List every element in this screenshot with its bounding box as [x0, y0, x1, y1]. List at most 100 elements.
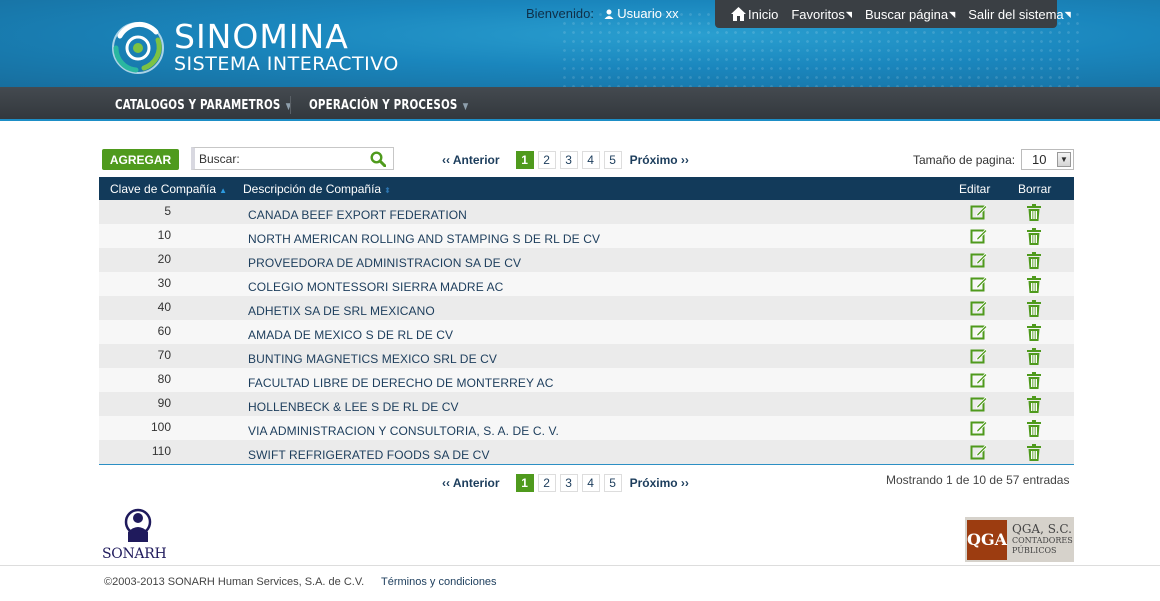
add-button[interactable]: AGREGAR: [102, 149, 179, 170]
qga-line1: CONTADORES: [1012, 536, 1073, 545]
row-code: 60: [157, 324, 171, 338]
sonarh-logo: SONARH: [102, 508, 174, 561]
trash-icon[interactable]: [1026, 348, 1042, 368]
row-description[interactable]: FACULTAD LIBRE DE DERECHO DE MONTERREY A…: [248, 376, 554, 390]
trash-icon[interactable]: [1026, 300, 1042, 320]
main-menu: CATALOGOS Y PARAMETROS ▼ OPERACIÓN Y PROC…: [0, 87, 1160, 121]
search-input[interactable]: [195, 148, 355, 169]
trash-icon[interactable]: [1026, 228, 1042, 248]
edit-icon[interactable]: [970, 443, 988, 464]
table-row: 60 AMADA DE MEXICO S DE RL DE CV: [99, 320, 1074, 344]
trash-icon[interactable]: [1026, 372, 1042, 392]
edit-icon[interactable]: [970, 371, 988, 392]
menu-operacion[interactable]: OPERACIÓN Y PROCESOS ▼: [309, 98, 468, 113]
row-description[interactable]: VIA ADMINISTRACION Y CONSULTORIA, S. A. …: [248, 424, 559, 438]
search-icon[interactable]: [370, 151, 386, 167]
edit-icon[interactable]: [970, 299, 988, 320]
menu-catalogos[interactable]: CATALOGOS Y PARAMETROS ▼: [115, 98, 291, 113]
terms-link[interactable]: Términos y condiciones: [381, 576, 497, 588]
col-code-header[interactable]: Clave de Compañía ▲: [110, 182, 227, 196]
sonarh-emblem-icon: [124, 508, 152, 542]
next-page-link[interactable]: Próximo ››: [630, 476, 689, 490]
row-code: 110: [151, 444, 171, 458]
edit-icon[interactable]: [970, 203, 988, 224]
entries-summary: Mostrando 1 de 10 de 57 entradas: [886, 473, 1070, 487]
row-code: 10: [157, 228, 171, 242]
qga-logo: QGA QGA, S.C. CONTADORES PÚBLICOS: [965, 517, 1074, 562]
trash-icon[interactable]: [1026, 396, 1042, 416]
prev-page-link[interactable]: ‹‹ Anterior: [442, 153, 500, 167]
edit-icon[interactable]: [970, 323, 988, 344]
col-description-header[interactable]: Descripción de Compañía ⬍: [243, 182, 391, 196]
trash-icon[interactable]: [1026, 420, 1042, 440]
row-description[interactable]: PROVEEDORA DE ADMINISTRACION SA DE CV: [248, 256, 521, 270]
table-header: Clave de Compañía ▲ Descripción de Compañ…: [99, 177, 1074, 200]
nav-home[interactable]: Inicio: [731, 7, 778, 22]
nav-logout-label: Salir del sistema: [968, 6, 1064, 22]
page-size-select[interactable]: 10 ▼: [1021, 149, 1074, 170]
row-description[interactable]: HOLLENBECK & LEE S DE RL DE CV: [248, 400, 459, 414]
page-4[interactable]: 4: [581, 151, 600, 169]
page-2[interactable]: 2: [537, 151, 556, 169]
edit-icon[interactable]: [970, 251, 988, 272]
footer-divider: [0, 565, 1160, 566]
col-code-label: Clave de Compañía: [110, 182, 217, 196]
edit-icon[interactable]: [970, 275, 988, 296]
copyright-text: ©2003-2013 SONARH Human Services, S.A. d…: [104, 576, 365, 588]
page-2[interactable]: 2: [537, 474, 556, 492]
row-description[interactable]: BUNTING MAGNETICS MEXICO SRL DE CV: [248, 352, 497, 366]
col-edit-header: Editar: [959, 182, 991, 196]
nav-search-page-label: Buscar página: [864, 6, 949, 22]
page-1[interactable]: 1: [515, 474, 534, 492]
prev-page-link[interactable]: ‹‹ Anterior: [442, 476, 500, 490]
table-row: 5 CANADA BEEF EXPORT FEDERATION: [99, 200, 1074, 224]
menu-catalogos-label: CATALOGOS Y PARAMETROS: [115, 98, 281, 113]
row-description[interactable]: CANADA BEEF EXPORT FEDERATION: [248, 208, 467, 222]
user-icon: [604, 9, 614, 19]
top-nav: Inicio Favoritos ◥ Buscar página ◥ Salir d…: [715, 0, 1071, 28]
trash-icon[interactable]: [1026, 324, 1042, 344]
page-5[interactable]: 5: [603, 151, 622, 169]
sort-asc-icon: ▲: [219, 186, 227, 195]
row-description[interactable]: AMADA DE MEXICO S DE RL DE CV: [248, 328, 453, 342]
row-description[interactable]: ADHETIX SA DE SRL MEXICANO: [248, 304, 435, 318]
trash-icon[interactable]: [1026, 204, 1042, 224]
sinomina-logo-icon: [112, 21, 164, 74]
edit-icon[interactable]: [970, 395, 988, 416]
external-link-icon: ◥: [1064, 9, 1071, 19]
row-description[interactable]: COLEGIO MONTESSORI SIERRA MADRE AC: [248, 280, 503, 294]
next-page-link[interactable]: Próximo ››: [630, 153, 689, 167]
external-link-icon: ◥: [949, 9, 956, 19]
nav-logout[interactable]: Salir del sistema ◥: [968, 7, 1071, 22]
trash-icon[interactable]: [1026, 252, 1042, 272]
page-5[interactable]: 5: [603, 474, 622, 492]
page-3[interactable]: 3: [559, 474, 578, 492]
table-row: 20 PROVEEDORA DE ADMINISTRACION SA DE CV: [99, 248, 1074, 272]
edit-icon[interactable]: [970, 347, 988, 368]
table-row: 70 BUNTING MAGNETICS MEXICO SRL DE CV: [99, 344, 1074, 368]
page-4[interactable]: 4: [581, 474, 600, 492]
search-box: [191, 147, 394, 170]
row-description[interactable]: SWIFT REFRIGERATED FOODS SA DE CV: [248, 448, 490, 462]
trash-icon[interactable]: [1026, 276, 1042, 296]
home-icon: [731, 7, 746, 21]
row-description[interactable]: NORTH AMERICAN ROLLING AND STAMPING S DE…: [248, 232, 600, 246]
sort-both-icon: ⬍: [384, 186, 391, 195]
qga-mark: QGA: [967, 519, 1007, 560]
pagination-bottom: ‹‹ Anterior 1 2 3 4 5 Próximo ››: [442, 474, 689, 492]
row-code: 100: [150, 420, 171, 434]
table-row: 110 SWIFT REFRIGERATED FOODS SA DE CV: [99, 440, 1074, 464]
qga-name: QGA, S.C.: [1012, 522, 1072, 536]
edit-icon[interactable]: [970, 227, 988, 248]
page-3[interactable]: 3: [559, 151, 578, 169]
trash-icon[interactable]: [1026, 444, 1042, 464]
col-delete-header: Borrar: [1018, 182, 1052, 196]
nav-search-page[interactable]: Buscar página ◥: [865, 7, 955, 22]
nav-favorites-label: Favoritos: [791, 6, 845, 22]
user-link[interactable]: Usuario xx: [604, 6, 679, 21]
edit-icon[interactable]: [970, 419, 988, 440]
page-1[interactable]: 1: [515, 151, 534, 169]
nav-favorites[interactable]: Favoritos ◥: [791, 7, 852, 22]
row-code: 20: [157, 252, 171, 266]
welcome-text: Bienvenido: Usuario xx: [526, 6, 679, 21]
